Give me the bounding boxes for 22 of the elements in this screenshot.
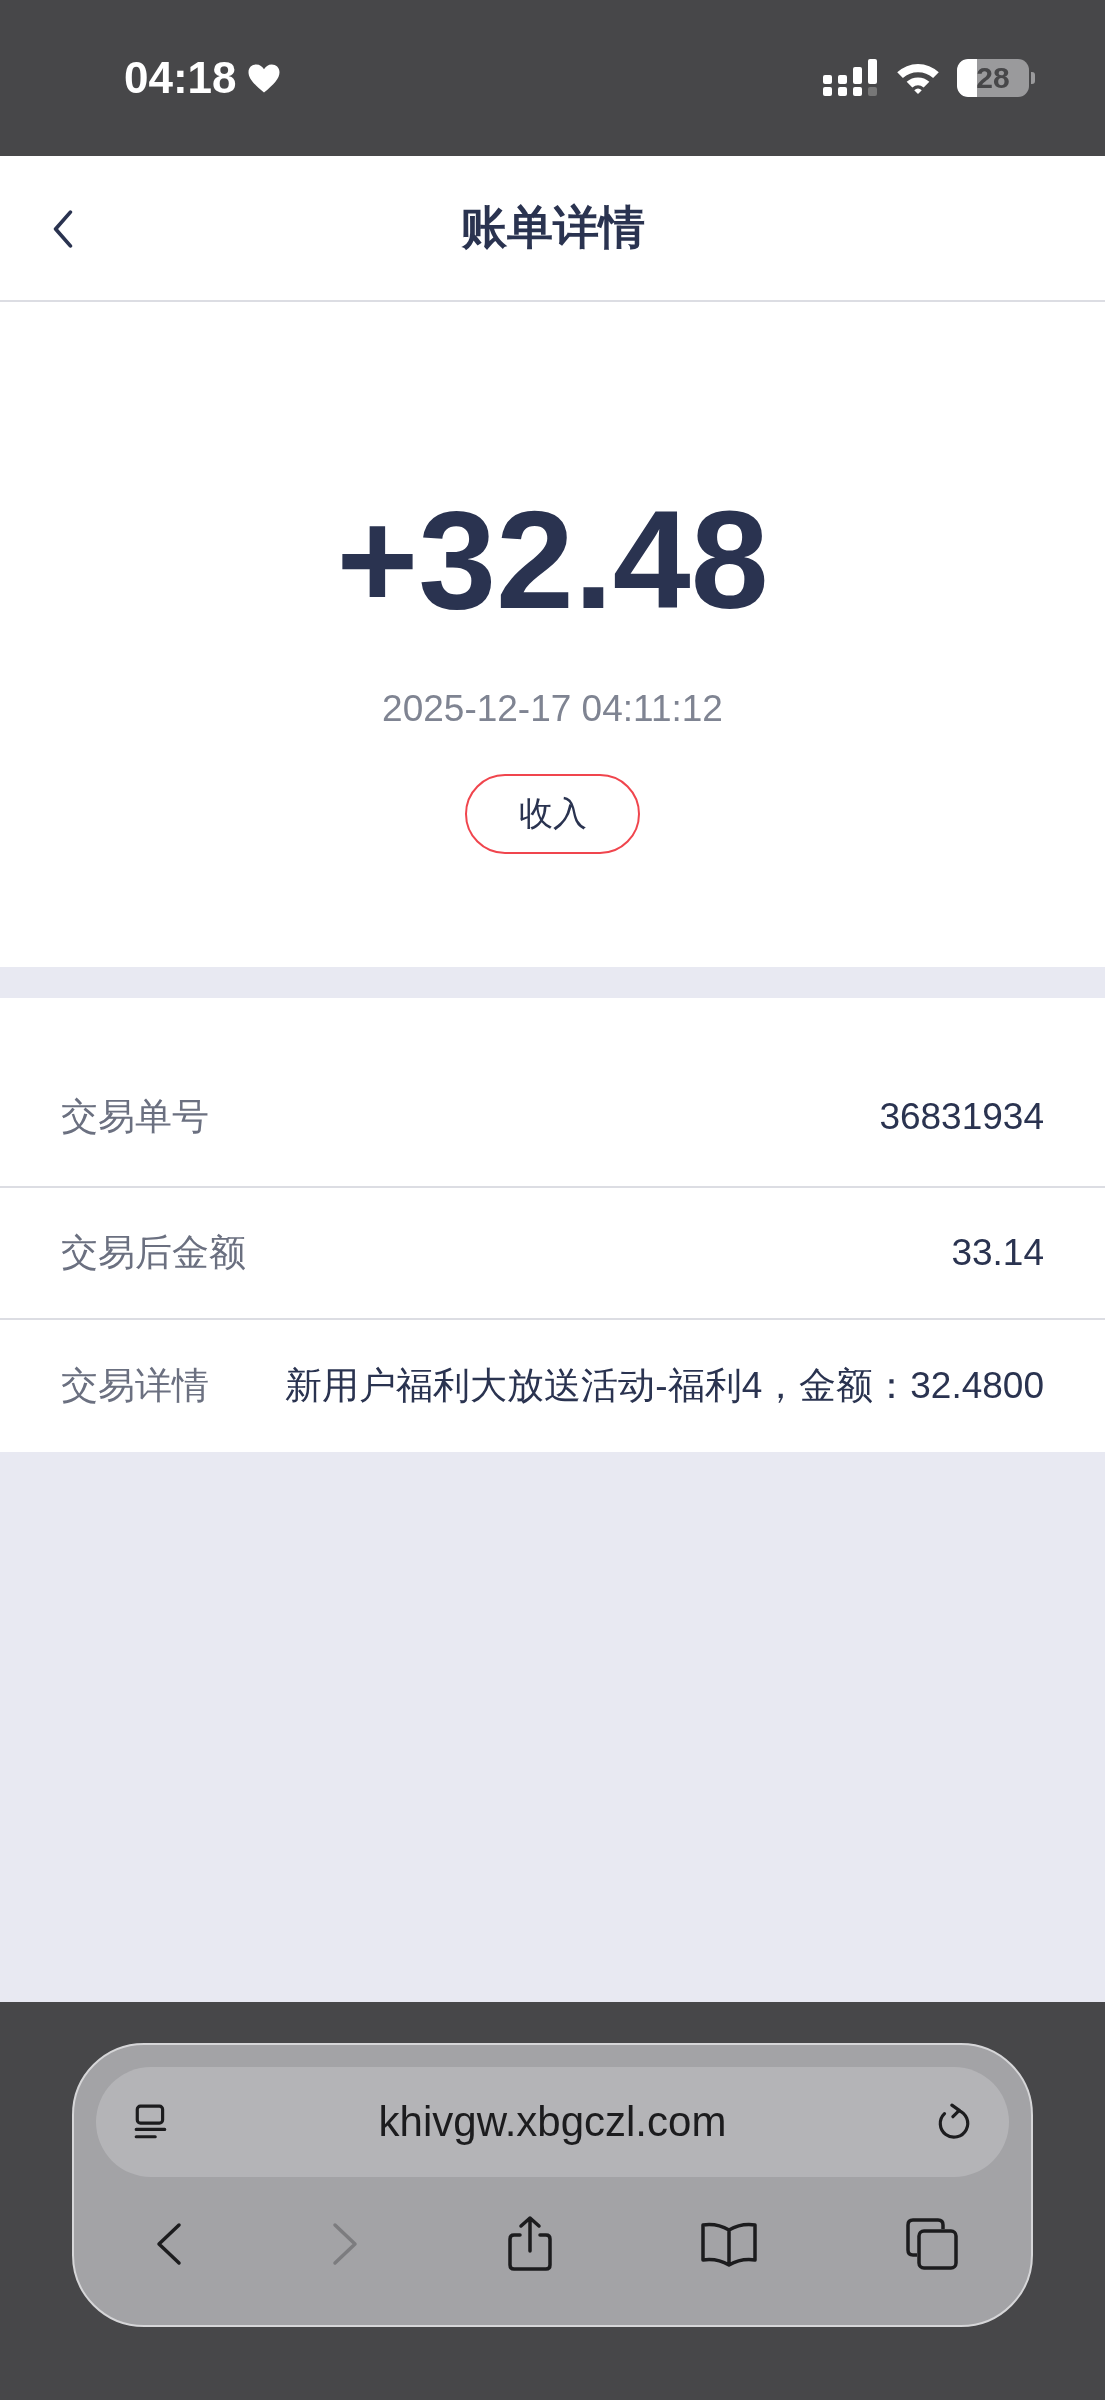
battery-indicator: 28 xyxy=(957,59,1035,97)
detail-value: 36831934 xyxy=(879,1095,1044,1140)
back-icon[interactable] xyxy=(52,210,74,248)
amount: +32.48 xyxy=(336,490,769,630)
page-title: 账单详情 xyxy=(460,199,645,256)
back-icon[interactable] xyxy=(154,2222,184,2266)
detail-label: 交易详情 xyxy=(61,1363,209,1409)
detail-label: 交易后金额 xyxy=(61,1230,246,1276)
address-bar[interactable]: khivgw.xbgczl.com xyxy=(96,2067,1009,2177)
detail-value: 新用户福利大放送活动-福利4，金额：32.4800 xyxy=(285,1364,1044,1409)
status-time: 04:18 xyxy=(124,53,237,103)
signal-icon xyxy=(823,59,879,97)
url-text: khivgw.xbgczl.com xyxy=(378,2098,727,2146)
tabs-icon[interactable] xyxy=(905,2217,959,2271)
share-icon[interactable] xyxy=(505,2215,554,2273)
wifi-icon xyxy=(895,61,941,95)
heart-icon xyxy=(246,62,281,94)
type-tag: 收入 xyxy=(465,774,640,854)
book-icon[interactable] xyxy=(699,2220,760,2268)
transaction-date: 2025-12-17 04:11:12 xyxy=(382,688,723,730)
detail-label: 交易单号 xyxy=(61,1094,209,1140)
detail-value: 33.14 xyxy=(951,1231,1044,1276)
